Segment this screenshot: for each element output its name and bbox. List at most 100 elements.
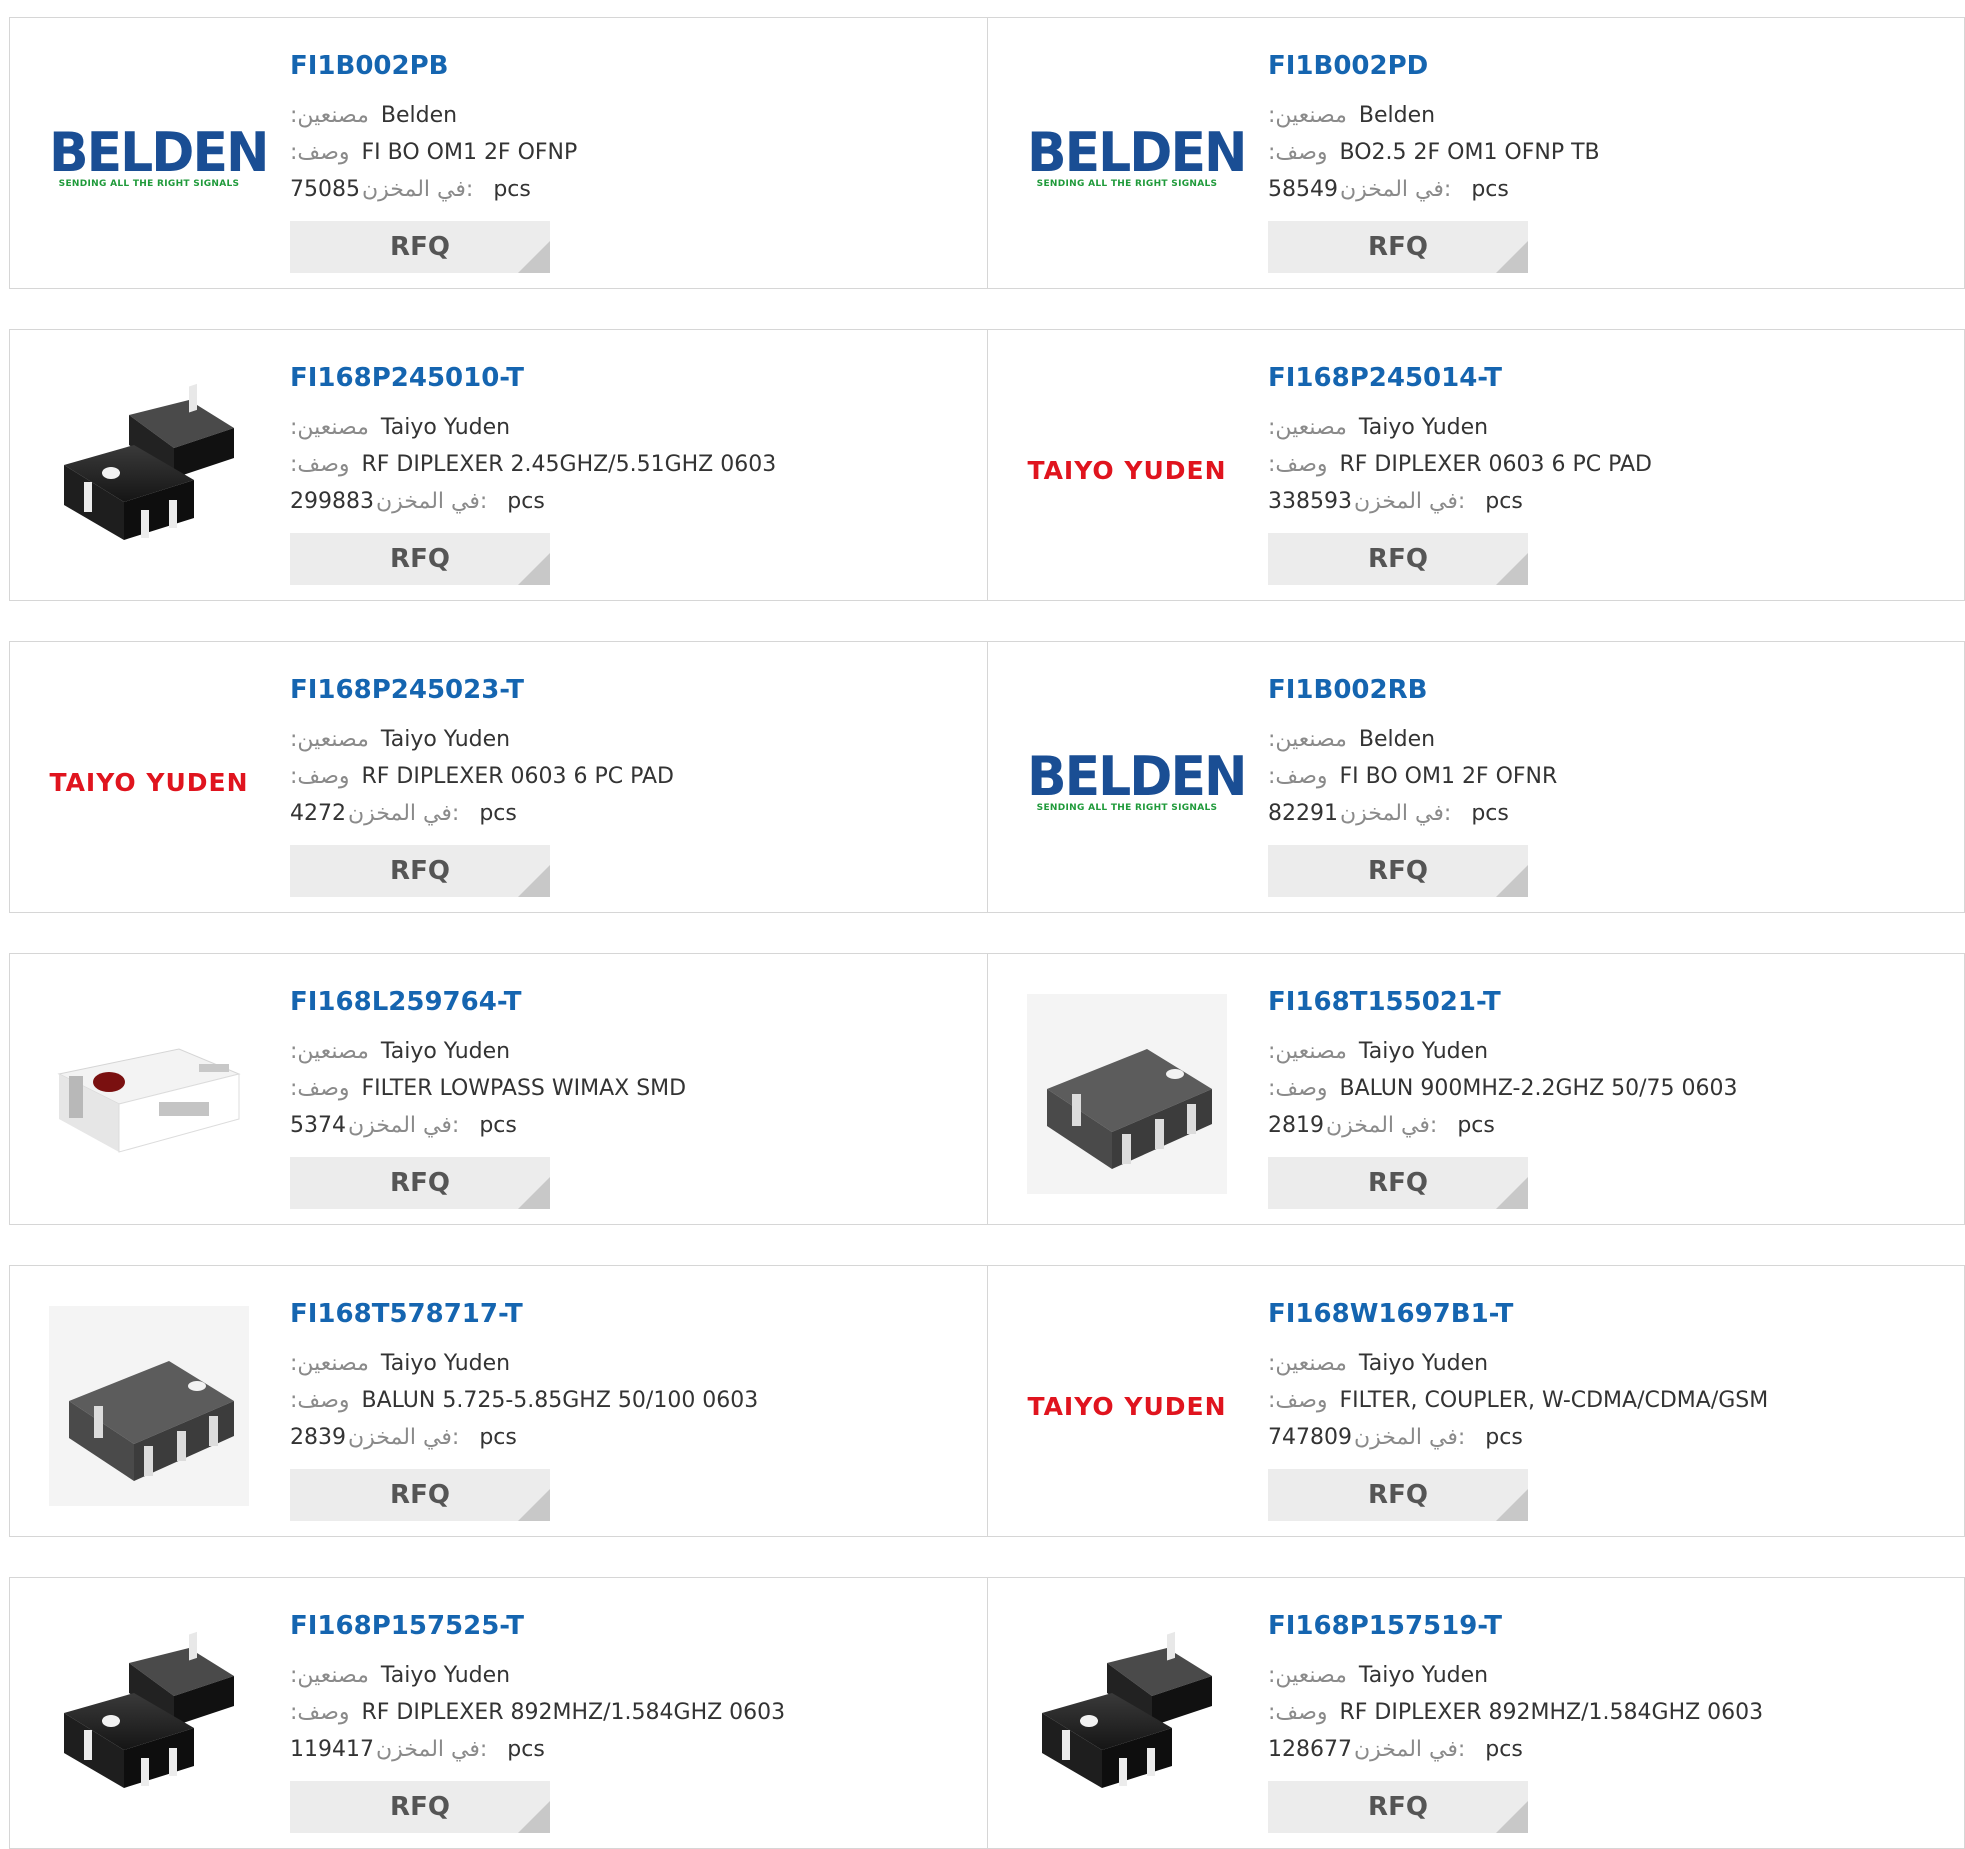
- stock-label: في المخزن:: [375, 489, 488, 514]
- product-row: FI168P245010-T :مصنعين Taiyo Yuden :وصف …: [9, 329, 1965, 601]
- stock-unit: pcs: [479, 1425, 517, 1450]
- part-number-link[interactable]: FI168P245010-T: [290, 363, 524, 393]
- product-image[interactable]: TAIYO YUDEN: [49, 682, 249, 882]
- product-image[interactable]: BELDEN SENDING ALL THE RIGHT SIGNALS: [1027, 682, 1248, 882]
- description-label: :وصف: [290, 452, 350, 477]
- manufacturer-row: :مصنعين Belden: [1268, 100, 1435, 132]
- description-value: FILTER, COUPLER, W-CDMA/CDMA/GSM: [1339, 1388, 1769, 1413]
- stock-label: في المخزن:: [362, 177, 474, 202]
- rfq-button[interactable]: RFQ: [290, 221, 550, 273]
- description-value: RF DIPLEXER 0603 6 PC PAD: [361, 764, 674, 789]
- stock-value: 58549: [1268, 177, 1338, 202]
- part-number-link[interactable]: FI168L259764-T: [290, 987, 522, 1017]
- description-value: BO2.5 2F OM1 OFNP TB: [1339, 140, 1600, 165]
- stock-row: 82291 في المخزن: pcs: [1268, 798, 1509, 830]
- part-number-link[interactable]: FI168P245014-T: [1268, 363, 1502, 393]
- part-number-link[interactable]: FI168P245023-T: [290, 675, 524, 705]
- stock-label: في المخزن:: [1340, 177, 1452, 202]
- product-card: TAIYO YUDEN FI168P245014-T :مصنعين Taiyo…: [988, 330, 1965, 600]
- rfq-button[interactable]: RFQ: [1268, 533, 1528, 585]
- part-number-link[interactable]: FI1B002RB: [1268, 675, 1427, 705]
- product-image[interactable]: [49, 1306, 249, 1506]
- product-image[interactable]: BELDEN SENDING ALL THE RIGHT SIGNALS: [49, 58, 270, 258]
- manufacturer-value: Belden: [1358, 103, 1436, 128]
- rfq-button[interactable]: RFQ: [290, 533, 550, 585]
- balun-chip-icon: [49, 1306, 249, 1506]
- stock-row: 299883 في المخزن: pcs: [290, 486, 545, 518]
- rfq-button[interactable]: RFQ: [290, 1469, 550, 1521]
- rfq-button[interactable]: RFQ: [1268, 1157, 1528, 1209]
- manufacturer-label: :مصنعين: [1268, 415, 1347, 440]
- belden-logo: BELDEN SENDING ALL THE RIGHT SIGNALS: [1027, 749, 1248, 814]
- part-number-link[interactable]: FI168P157525-T: [290, 1611, 524, 1641]
- part-number-link[interactable]: FI1B002PB: [290, 51, 449, 81]
- description-label: :وصف: [1268, 1700, 1328, 1725]
- stock-row: 75085 في المخزن: pcs: [290, 174, 531, 206]
- rfq-button[interactable]: RFQ: [1268, 1781, 1528, 1833]
- stock-label: في المخزن:: [1326, 1113, 1438, 1138]
- rfq-button[interactable]: RFQ: [1268, 221, 1528, 273]
- description-row: :وصف RF DIPLEXER 892MHZ/1.584GHZ 0603: [290, 1697, 785, 1729]
- rfq-label: RFQ: [390, 544, 450, 574]
- stock-row: 128677 في المخزن: pcs: [1268, 1734, 1523, 1766]
- rfq-button[interactable]: RFQ: [290, 845, 550, 897]
- manufacturer-row: :مصنعين Taiyo Yuden: [1268, 412, 1488, 444]
- description-label: :وصف: [290, 764, 350, 789]
- description-row: :وصف FILTER, COUPLER, W-CDMA/CDMA/GSM: [1268, 1385, 1768, 1417]
- stock-value: 128677: [1268, 1737, 1352, 1762]
- manufacturer-row: :مصنعين Taiyo Yuden: [1268, 1036, 1488, 1068]
- description-row: :وصف FI BO OM1 2F OFNR: [1268, 761, 1557, 793]
- manufacturer-label: :مصنعين: [1268, 1663, 1347, 1688]
- description-value: FI BO OM1 2F OFNR: [1339, 764, 1558, 789]
- description-row: :وصف FILTER LOWPASS WIMAX SMD: [290, 1073, 686, 1105]
- description-row: :وصف BALUN 5.725-5.85GHZ 50/100 0603: [290, 1385, 758, 1417]
- rfq-button[interactable]: RFQ: [290, 1157, 550, 1209]
- rfq-button[interactable]: RFQ: [1268, 845, 1528, 897]
- stock-value: 747809: [1268, 1425, 1352, 1450]
- product-image[interactable]: TAIYO YUDEN: [1027, 1306, 1227, 1506]
- product-image[interactable]: [49, 1618, 249, 1818]
- rfq-button[interactable]: RFQ: [290, 1781, 550, 1833]
- part-number-link[interactable]: FI168W1697B1-T: [1268, 1299, 1513, 1329]
- rfq-label: RFQ: [390, 1480, 450, 1510]
- rfq-label: RFQ: [390, 232, 450, 262]
- description-value: FI BO OM1 2F OFNP: [361, 140, 578, 165]
- product-image[interactable]: [49, 994, 249, 1194]
- product-card: FI168T578717-T :مصنعين Taiyo Yuden :وصف …: [10, 1266, 987, 1536]
- rfq-corner-decoration: [518, 553, 550, 585]
- manufacturer-label: :مصنعين: [290, 415, 369, 440]
- diplexer-chip-icon: [64, 383, 234, 540]
- part-number-link[interactable]: FI168T578717-T: [290, 1299, 523, 1329]
- rfq-label: RFQ: [1368, 1168, 1428, 1198]
- stock-label: في المخزن:: [348, 1425, 460, 1450]
- product-image[interactable]: BELDEN SENDING ALL THE RIGHT SIGNALS: [1027, 58, 1248, 258]
- rfq-corner-decoration: [518, 1177, 550, 1209]
- product-image[interactable]: TAIYO YUDEN: [1027, 370, 1227, 570]
- rfq-corner-decoration: [518, 1489, 550, 1521]
- rfq-corner-decoration: [1496, 1489, 1528, 1521]
- manufacturer-value: Taiyo Yuden: [1358, 1351, 1489, 1376]
- product-image[interactable]: [1027, 994, 1227, 1194]
- stock-row: 5374 في المخزن: pcs: [290, 1110, 517, 1142]
- stock-label: في المخزن:: [348, 801, 460, 826]
- manufacturer-label: :مصنعين: [290, 103, 369, 128]
- part-number-link[interactable]: FI1B002PD: [1268, 51, 1428, 81]
- product-image[interactable]: [1027, 1618, 1227, 1818]
- stock-unit: pcs: [1457, 1113, 1495, 1138]
- rfq-button[interactable]: RFQ: [1268, 1469, 1528, 1521]
- part-number-link[interactable]: FI168T155021-T: [1268, 987, 1501, 1017]
- description-label: :وصف: [290, 1388, 350, 1413]
- manufacturer-row: :مصنعين Taiyo Yuden: [290, 412, 510, 444]
- stock-value: 82291: [1268, 801, 1338, 826]
- description-label: :وصف: [1268, 1388, 1328, 1413]
- manufacturer-label: :مصنعين: [1268, 1039, 1347, 1064]
- stock-value: 119417: [290, 1737, 374, 1762]
- description-value: RF DIPLEXER 0603 6 PC PAD: [1339, 452, 1652, 477]
- rfq-corner-decoration: [1496, 241, 1528, 273]
- product-image[interactable]: [49, 370, 249, 570]
- product-card: BELDEN SENDING ALL THE RIGHT SIGNALS FI1B…: [10, 18, 987, 288]
- rfq-corner-decoration: [518, 865, 550, 897]
- manufacturer-value: Taiyo Yuden: [380, 1663, 511, 1688]
- stock-unit: pcs: [1471, 801, 1509, 826]
- part-number-link[interactable]: FI168P157519-T: [1268, 1611, 1502, 1641]
